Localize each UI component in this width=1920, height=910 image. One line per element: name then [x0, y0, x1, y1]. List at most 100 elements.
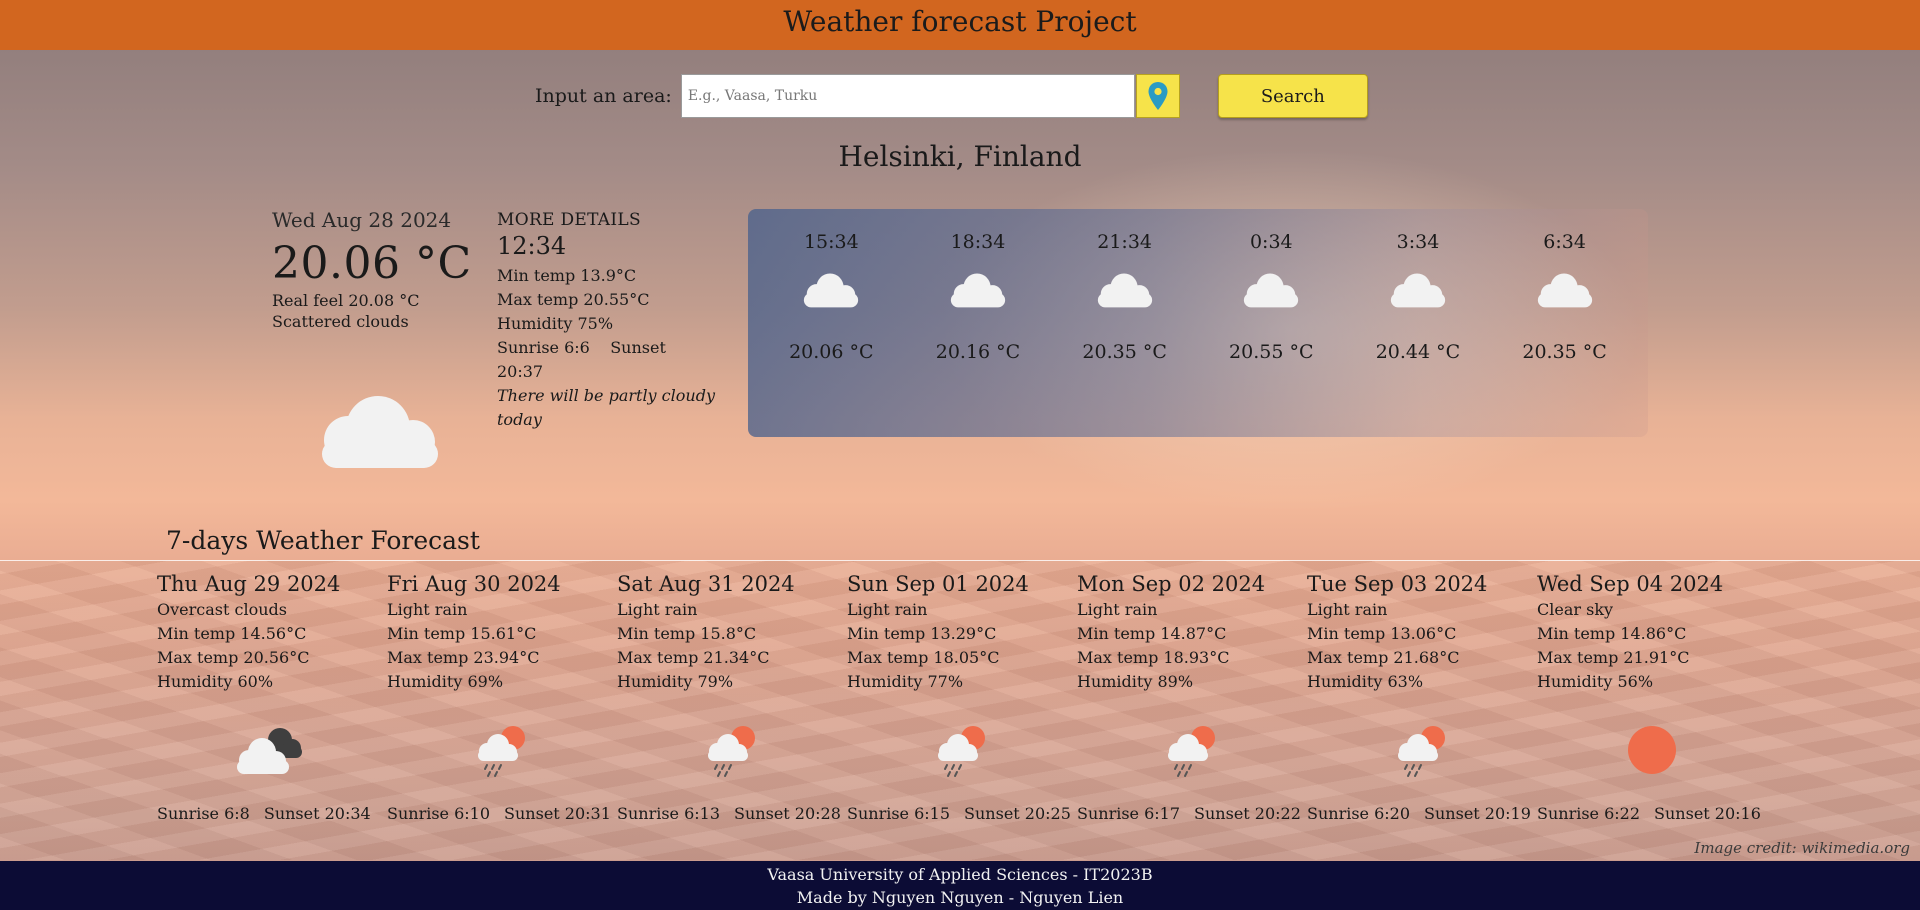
footer-line-2: Made by Nguyen Nguyen - Nguyen Lien — [796, 888, 1124, 907]
sun-rain-icon — [708, 726, 755, 777]
humidity: Humidity 75% — [497, 314, 614, 333]
day-sun-times: Sunrise 6:13 Sunset 20:28 — [617, 804, 841, 823]
hourly-time: 21:34 — [1097, 231, 1153, 253]
hourly-temp: 20.35 °C — [1082, 341, 1167, 363]
day-sunset: Sunset 20:31 — [504, 804, 611, 823]
hourly-time: 15:34 — [803, 231, 859, 253]
day-card: Sat Aug 31 2024 Light rain Min temp 15.8… — [617, 572, 847, 832]
more-details: MORE DETAILS 12:34 Min temp 13.9°C Max t… — [497, 210, 717, 432]
divider — [0, 560, 1920, 561]
day-condition: Light rain — [1077, 600, 1158, 619]
hourly-time: 18:34 — [950, 231, 1006, 253]
day-humidity: Humidity 89% — [1077, 672, 1194, 691]
day-sunset: Sunset 20:25 — [964, 804, 1071, 823]
details-heading: MORE DETAILS — [497, 210, 641, 230]
day-sunrise: Sunrise 6:10 — [387, 804, 491, 823]
search-bar: Input an area: Search — [535, 74, 1368, 118]
hourly-temp: 20.16 °C — [935, 341, 1021, 363]
cloud-icon — [804, 273, 859, 308]
day-sun-times: Sunrise 6:22 Sunset 20:16 — [1537, 804, 1761, 823]
search-label: Input an area: — [535, 85, 672, 107]
day-min-temp: Min temp 14.56°C — [157, 624, 307, 643]
day-sunrise: Sunrise 6:15 — [847, 804, 951, 823]
sun-rain-icon — [938, 726, 985, 777]
day-sun-times: Sunrise 6:8 Sunset 20:34 — [157, 804, 371, 823]
day-max-temp: Max temp 21.34°C — [617, 648, 770, 667]
day-sunrise: Sunrise 6:17 — [1077, 804, 1181, 823]
day-sunset: Sunset 20:28 — [734, 804, 841, 823]
weather-description: There will be partly cloudy today — [497, 386, 715, 429]
sun-rain-icon — [1168, 726, 1215, 777]
hourly-item: 18:34 20.16 °C — [918, 209, 1038, 437]
day-date: Fri Aug 30 2024 — [387, 572, 561, 596]
app-header: Weather forecast Project — [0, 0, 1920, 50]
real-feel: Real feel 20.08 °C — [272, 291, 420, 310]
hourly-temp: 20.55 °C — [1229, 341, 1314, 363]
day-min-temp: Min temp 14.87°C — [1077, 624, 1227, 643]
day-card: Tue Sep 03 2024 Light rain Min temp 13.0… — [1307, 572, 1537, 832]
day-max-temp: Max temp 18.93°C — [1077, 648, 1230, 667]
day-sun-times: Sunrise 6:10 Sunset 20:31 — [387, 804, 611, 823]
day-condition: Light rain — [387, 600, 468, 619]
hourly-forecast: 15:34 20.06 °C 18:34 20.16 °C 21:34 20.35 … — [748, 209, 1648, 437]
day-sunset: Sunset 20:22 — [1194, 804, 1301, 823]
week-forecast-title: 7-days Weather Forecast — [166, 526, 480, 555]
day-min-temp: Min temp 15.61°C — [387, 624, 537, 643]
day-condition: Light rain — [617, 600, 698, 619]
day-condition: Light rain — [1307, 600, 1388, 619]
search-button[interactable]: Search — [1217, 74, 1368, 118]
day-date: Sat Aug 31 2024 — [617, 572, 795, 596]
hourly-temp: 20.44 °C — [1375, 341, 1461, 363]
footer-line-1: Vaasa University of Applied Sciences - I… — [767, 865, 1153, 884]
day-condition: Clear sky — [1537, 600, 1614, 619]
day-max-temp: Max temp 20.56°C — [157, 648, 310, 667]
sun-rain-icon — [478, 726, 525, 777]
hourly-item: 6:34 20.35 °C — [1505, 209, 1625, 437]
day-date: Wed Sep 04 2024 — [1537, 572, 1724, 596]
day-humidity: Humidity 60% — [157, 672, 274, 691]
hourly-time: 0:34 — [1249, 231, 1293, 253]
sunrise: Sunrise 6:6 — [497, 338, 590, 357]
day-max-temp: Max temp 23.94°C — [387, 648, 540, 667]
cloud-icon — [1097, 273, 1152, 308]
day-humidity: Humidity 77% — [847, 672, 964, 691]
current-date: Wed Aug 28 2024 — [272, 208, 452, 232]
cloud-icon — [1244, 273, 1299, 308]
hourly-time: 3:34 — [1396, 231, 1440, 253]
day-min-temp: Min temp 13.29°C — [847, 624, 997, 643]
hourly-temp: 20.06 °C — [789, 341, 874, 363]
day-sunrise: Sunrise 6:22 — [1537, 804, 1641, 823]
day-card: Thu Aug 29 2024 Overcast clouds Min temp… — [157, 572, 387, 832]
day-date: Mon Sep 02 2024 — [1077, 572, 1266, 596]
day-max-temp: Max temp 21.68°C — [1307, 648, 1460, 667]
day-sunset: Sunset 20:34 — [263, 804, 371, 823]
cloud-icon — [1390, 273, 1446, 308]
sun-icon — [1628, 726, 1676, 774]
day-sun-times: Sunrise 6:17 Sunset 20:22 — [1077, 804, 1301, 823]
day-condition: Overcast clouds — [157, 600, 287, 619]
current-temperature: 20.06 °C — [272, 238, 472, 289]
hourly-item: 21:34 20.35 °C — [1065, 209, 1185, 437]
map-pin-icon — [1148, 82, 1168, 110]
day-max-temp: Max temp 21.91°C — [1537, 648, 1690, 667]
day-sun-times: Sunrise 6:15 Sunset 20:25 — [847, 804, 1071, 823]
sun-times: Sunrise 6:6 Sunset 20:37 — [497, 336, 717, 384]
day-humidity: Humidity 63% — [1307, 672, 1424, 691]
app-footer: Vaasa University of Applied Sciences - I… — [0, 861, 1920, 910]
day-min-temp: Min temp 15.8°C — [617, 624, 757, 643]
day-sun-times: Sunrise 6:20 Sunset 20:19 — [1307, 804, 1531, 823]
current-location-button[interactable] — [1135, 74, 1180, 118]
day-date: Tue Sep 03 2024 — [1307, 572, 1488, 596]
day-sunrise: Sunrise 6:13 — [617, 804, 721, 823]
min-temp: Min temp 13.9°C — [497, 266, 637, 285]
day-max-temp: Max temp 18.05°C — [847, 648, 1000, 667]
current-time: 12:34 — [497, 232, 567, 260]
hourly-time: 6:34 — [1543, 231, 1586, 253]
cloud-icon — [950, 273, 1006, 308]
day-min-temp: Min temp 13.06°C — [1307, 624, 1457, 643]
cloud-icon — [322, 396, 438, 468]
overcast-clouds-icon — [237, 728, 302, 774]
day-sunset: Sunset 20:16 — [1654, 804, 1761, 823]
day-sunrise: Sunrise 6:20 — [1307, 804, 1411, 823]
search-input[interactable] — [680, 74, 1135, 118]
